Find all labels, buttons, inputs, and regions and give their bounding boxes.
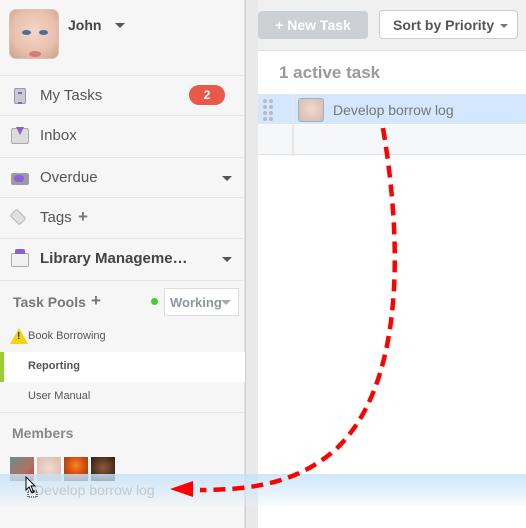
task-count-title: 1 active task: [279, 63, 381, 82]
pool-item-user-manual[interactable]: User Manual: [0, 382, 245, 413]
status-dot-icon: [151, 298, 158, 305]
task-pools-title: Task Pools: [13, 294, 86, 310]
tag-icon: [9, 208, 27, 226]
sidebar: John My Tasks 2 Inbox Overdue Tags + Lib…: [0, 0, 245, 528]
sort-dropdown[interactable]: Sort by Priority: [379, 10, 518, 39]
member-avatar[interactable]: [91, 457, 115, 481]
task-pools-header: Task Pools + Working: [0, 280, 245, 322]
column-divider: [292, 94, 294, 156]
warning-icon: [10, 328, 28, 344]
avatar: [9, 9, 59, 59]
sidebar-item-my-tasks[interactable]: My Tasks 2: [0, 75, 245, 115]
count-badge: 2: [189, 85, 225, 105]
chevron-down-icon: [221, 300, 231, 305]
chevron-down-icon[interactable]: [222, 257, 232, 262]
task-row[interactable]: Develop borrow log: [258, 94, 526, 124]
inbox-icon: [11, 127, 29, 144]
sidebar-item-label: Tags: [40, 209, 72, 226]
profile-name[interactable]: John: [68, 17, 101, 33]
sidebar-item-inbox[interactable]: Inbox: [0, 115, 245, 155]
sort-label: Sort by Priority: [393, 17, 495, 33]
pool-item-book-borrowing[interactable]: Book Borrowing: [0, 322, 245, 352]
sidebar-item-project[interactable]: Library Manageme…: [0, 238, 245, 278]
member-avatar[interactable]: [64, 457, 88, 481]
sidebar-item-label: Overdue: [40, 169, 98, 186]
drag-handle-icon[interactable]: [263, 99, 275, 121]
main-pane: + New Task Sort by Priority 1 active tas…: [258, 0, 526, 528]
pool-label: Book Borrowing: [28, 330, 106, 342]
pool-label: User Manual: [28, 390, 91, 402]
chevron-down-icon: [500, 24, 508, 28]
pane-splitter[interactable]: [245, 0, 258, 528]
project-name: Library Manageme…: [40, 250, 188, 267]
chevron-down-icon[interactable]: [222, 176, 232, 181]
new-task-row[interactable]: [258, 125, 526, 155]
members-title: Members: [12, 425, 74, 441]
my-tasks-icon: [14, 88, 26, 104]
sidebar-item-label: Inbox: [40, 127, 77, 144]
task-title[interactable]: Develop borrow log: [333, 102, 454, 118]
task-panel: 1 active task Develop borrow log: [258, 50, 526, 528]
status-value: Working: [170, 295, 222, 310]
drag-cursor-icon: [25, 476, 38, 498]
add-tag-button[interactable]: +: [78, 207, 88, 227]
sidebar-item-label: My Tasks: [40, 87, 103, 104]
folder-icon: [11, 249, 29, 267]
new-task-button[interactable]: + New Task: [258, 11, 368, 39]
pool-label: Reporting: [28, 360, 80, 372]
member-avatar[interactable]: [37, 457, 61, 481]
status-select[interactable]: Working: [164, 288, 239, 316]
add-pool-button[interactable]: +: [91, 291, 101, 311]
sidebar-item-tags[interactable]: Tags +: [0, 197, 245, 237]
assignee-avatar: [298, 98, 324, 122]
chevron-down-icon[interactable]: [115, 23, 125, 28]
overdue-icon: [11, 173, 29, 185]
profile-menu[interactable]: John: [0, 0, 245, 72]
sidebar-item-overdue[interactable]: Overdue: [0, 157, 245, 197]
pool-item-reporting[interactable]: Reporting: [0, 352, 245, 382]
